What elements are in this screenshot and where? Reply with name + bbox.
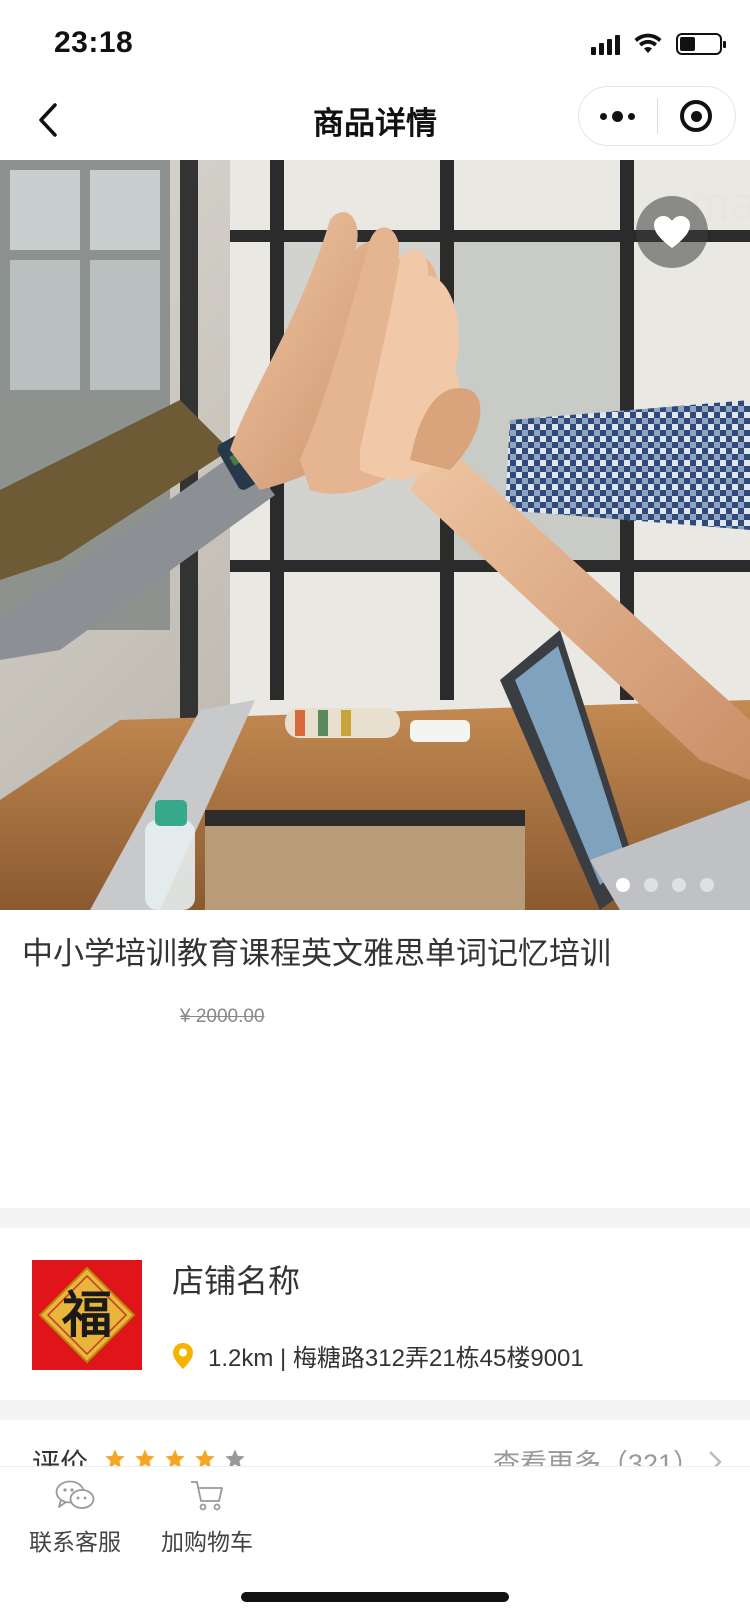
- section-divider: [0, 1208, 750, 1228]
- star-icon: [165, 1449, 185, 1466]
- status-bar: 23:18: [0, 0, 750, 88]
- contact-service-button[interactable]: 联系客服: [20, 1479, 130, 1557]
- store-section[interactable]: 福 店铺名称 1.2km | 梅糖路312弄21栋45楼9001: [0, 1228, 750, 1400]
- carousel-dot[interactable]: [616, 878, 630, 892]
- star-icon: [195, 1449, 215, 1466]
- cart-icon: [191, 1481, 223, 1511]
- home-indicator: [241, 1592, 509, 1602]
- location-pin-icon: [173, 1342, 193, 1369]
- mini-program-capsule: [578, 86, 736, 146]
- contact-service-label: 联系客服: [29, 1529, 121, 1555]
- signal-icon: [591, 33, 620, 55]
- star-icon: [225, 1449, 245, 1466]
- carousel-dot[interactable]: [644, 878, 658, 892]
- favorite-button[interactable]: [636, 196, 708, 268]
- carousel-indicators: [616, 878, 714, 892]
- store-address-text: 1.2km | 梅糖路312弄21栋45楼9001: [208, 1345, 584, 1372]
- chevron-right-icon: [709, 1450, 722, 1466]
- original-price: ¥ 2000.00: [180, 1006, 265, 1027]
- status-time: 23:18: [54, 26, 134, 59]
- store-logo-character: 福: [61, 1285, 112, 1344]
- rating-stars: [104, 1448, 246, 1466]
- carousel-dot[interactable]: [672, 878, 686, 892]
- carousel-dot[interactable]: [700, 878, 714, 892]
- section-divider: [0, 1400, 750, 1420]
- store-logo: 福: [32, 1260, 142, 1370]
- product-image-carousel[interactable]: ma: [0, 160, 750, 910]
- reviews-row[interactable]: 评价 查看更多（321）: [0, 1420, 750, 1466]
- store-address: 1.2km | 梅糖路312弄21栋45楼9001: [172, 1338, 584, 1373]
- more-button[interactable]: [579, 87, 657, 145]
- heart-icon: [654, 216, 690, 248]
- nav-bar: 商品详情: [0, 80, 750, 160]
- reviews-label: 评价: [32, 1448, 89, 1466]
- star-icon: [135, 1449, 155, 1466]
- view-more-reviews-text: 查看更多（321）: [492, 1449, 700, 1466]
- more-dots-icon: [600, 110, 636, 122]
- store-name: 店铺名称: [172, 1263, 301, 1299]
- wifi-icon: [634, 33, 662, 53]
- product-title: 中小学培训教育课程英文雅思单词记忆培训: [22, 936, 611, 971]
- chat-bubbles-icon: [55, 1480, 95, 1509]
- battery-icon: [676, 33, 726, 55]
- star-icon: [105, 1449, 125, 1466]
- add-to-cart-label: 加购物车: [161, 1529, 253, 1555]
- view-more-reviews-link[interactable]: 查看更多（321）: [493, 1442, 722, 1466]
- add-to-cart-button[interactable]: 加购物车: [152, 1479, 262, 1557]
- product-photo: ma: [0, 160, 750, 910]
- target-icon: [680, 100, 713, 132]
- close-mini-program-button[interactable]: [658, 87, 736, 145]
- status-icons: [591, 30, 726, 58]
